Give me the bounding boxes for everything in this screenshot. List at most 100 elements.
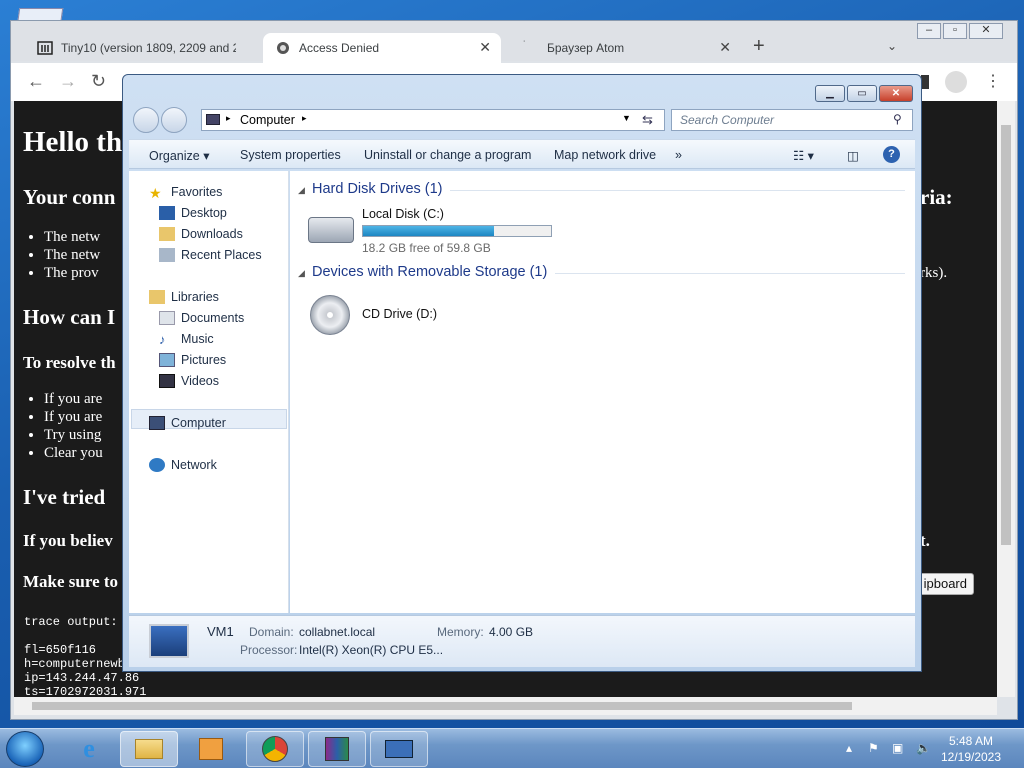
- reload-icon[interactable]: ↻: [91, 71, 106, 92]
- more-commands-button[interactable]: »: [675, 148, 682, 162]
- star-icon: ★: [149, 185, 162, 201]
- hard-drive-icon: [308, 217, 354, 243]
- computer-icon: [149, 624, 189, 658]
- disk-usage-bar: [362, 225, 552, 237]
- recent-places-icon: [159, 248, 175, 262]
- maximize-button[interactable]: ▫: [943, 23, 967, 39]
- date: 12/19/2023: [940, 750, 1002, 764]
- tab-title: Tiny10 (version 1809, 2209 and 2: [61, 41, 236, 55]
- forward-icon[interactable]: [161, 107, 187, 133]
- list-item: The netw: [44, 229, 100, 247]
- organize-button[interactable]: Organize ▾: [149, 148, 209, 163]
- sidebar-item-libraries[interactable]: Libraries: [149, 290, 219, 304]
- reasons-tail: rks).: [920, 265, 948, 281]
- tab-tiny10[interactable]: Tiny10 (version 1809, 2209 and 2: [25, 33, 263, 63]
- menu-icon[interactable]: ⋮: [985, 71, 1001, 91]
- preview-pane-icon[interactable]: ◫: [847, 148, 859, 163]
- show-hidden-icons[interactable]: ▴: [846, 741, 852, 755]
- start-button[interactable]: [6, 731, 44, 767]
- folder-icon: [135, 739, 163, 759]
- clock[interactable]: 5:48 AM 12/19/2023: [940, 733, 1002, 765]
- sidebar-item-recent-places[interactable]: Recent Places: [159, 248, 262, 262]
- local-disk-item[interactable]: Local Disk (C:) 18.2 GB free of 59.8 GB: [306, 205, 556, 255]
- sidebar-item-documents[interactable]: Documents: [159, 311, 244, 325]
- archive-icon: [325, 737, 349, 761]
- command-bar: Organize ▾ System properties Uninstall o…: [129, 139, 915, 169]
- network-status-icon[interactable]: ▣: [892, 741, 903, 755]
- view-options-icon[interactable]: ☷ ▾: [793, 148, 814, 163]
- group-hard-disk-drives[interactable]: Hard Disk Drives (1): [312, 181, 443, 197]
- breadcrumb-computer[interactable]: Computer: [240, 113, 295, 127]
- sidebar-item-computer[interactable]: Computer: [149, 416, 226, 430]
- close-tab-icon[interactable]: ✕: [479, 39, 491, 56]
- back-icon[interactable]: [133, 107, 159, 133]
- steps-list: If you are If you are Try using Clear yo…: [44, 391, 103, 463]
- navigation-pane: ★ Favorites Desktop Downloads Recent Plac…: [129, 171, 289, 613]
- refresh-icon[interactable]: ⇆: [642, 112, 653, 128]
- search-icon[interactable]: ⚲: [893, 112, 902, 126]
- close-button[interactable]: ✕: [969, 23, 1003, 39]
- sidebar-item-videos[interactable]: Videos: [159, 374, 219, 388]
- sidebar-item-downloads[interactable]: Downloads: [159, 227, 243, 241]
- group-removable-storage[interactable]: Devices with Removable Storage (1): [312, 264, 547, 280]
- collapse-icon[interactable]: ◢: [298, 185, 305, 196]
- taskbar-explorer[interactable]: [120, 731, 178, 767]
- maximize-button[interactable]: ▭: [847, 85, 877, 102]
- tab-atom[interactable]: ˙ Браузер Atom ✕: [511, 33, 741, 63]
- address-dropdown-icon[interactable]: ▼: [622, 113, 631, 123]
- taskbar-winrar[interactable]: [308, 731, 366, 767]
- museum-icon: [37, 40, 53, 56]
- close-tab-icon[interactable]: ✕: [719, 39, 731, 56]
- uninstall-program-button[interactable]: Uninstall or change a program: [364, 148, 531, 162]
- reasons-list: The netw The netw The prov: [44, 229, 100, 283]
- taskbar: e ▴ ⚑ ▣ 🔈 5:48 AM 12/19/2023: [0, 728, 1024, 768]
- memory-label: Memory:: [437, 625, 484, 639]
- drive-free-space: 18.2 GB free of 59.8 GB: [362, 241, 491, 255]
- back-icon[interactable]: ←: [27, 71, 45, 92]
- vertical-scrollbar[interactable]: [997, 101, 1015, 697]
- search-input[interactable]: Search Computer: [671, 109, 913, 131]
- sidebar-item-desktop[interactable]: Desktop: [159, 206, 227, 220]
- taskbar-chrome[interactable]: [246, 731, 304, 767]
- collapse-icon[interactable]: ◢: [298, 268, 305, 279]
- taskbar-on-screen-keyboard[interactable]: [370, 731, 428, 767]
- processor-value: Intel(R) Xeon(R) CPU E5...: [299, 643, 444, 657]
- computer-icon: [206, 114, 220, 125]
- pictures-icon: [159, 353, 175, 367]
- forward-icon[interactable]: →: [59, 71, 77, 92]
- sidebar-item-favorites[interactable]: ★ Favorites: [149, 185, 222, 201]
- close-button[interactable]: ✕: [879, 85, 913, 102]
- sidebar-item-pictures[interactable]: Pictures: [159, 353, 226, 367]
- tab-access-denied[interactable]: Access Denied ✕: [263, 33, 501, 63]
- taskbar-media-player[interactable]: [182, 731, 240, 767]
- breadcrumb-separator-icon[interactable]: ▸: [226, 113, 231, 124]
- action-center-icon[interactable]: ⚑: [868, 741, 879, 755]
- scroll-thumb[interactable]: [1001, 125, 1011, 545]
- list-item: The netw: [44, 247, 100, 265]
- libraries-icon: [149, 290, 165, 304]
- horizontal-scrollbar[interactable]: [14, 697, 997, 715]
- connection-heading: Your conn: [23, 185, 116, 209]
- volume-icon[interactable]: 🔈: [916, 741, 931, 755]
- system-properties-button[interactable]: System properties: [240, 148, 341, 162]
- address-bar[interactable]: ▸ Computer ▸ ▼: [201, 109, 665, 131]
- tab-search-icon[interactable]: ⌄: [887, 39, 897, 53]
- loading-icon: ˙: [523, 40, 527, 51]
- cd-drive-item[interactable]: CD Drive (D:): [306, 291, 506, 339]
- cd-drive-icon: [310, 295, 350, 335]
- extensions-icon[interactable]: [921, 75, 929, 89]
- profile-icon[interactable]: [945, 71, 967, 93]
- breadcrumb-separator-icon[interactable]: ▸: [302, 113, 307, 124]
- make-sure-heading: Make sure to: [23, 572, 119, 591]
- help-icon[interactable]: ?: [883, 146, 900, 163]
- sidebar-item-music[interactable]: ♪ Music: [159, 332, 214, 347]
- taskbar-internet-explorer[interactable]: e: [60, 731, 118, 767]
- internet-explorer-icon: e: [83, 734, 95, 763]
- new-tab-button[interactable]: +: [753, 35, 765, 58]
- map-network-drive-button[interactable]: Map network drive: [554, 148, 656, 162]
- minimize-button[interactable]: –: [917, 23, 941, 39]
- minimize-button[interactable]: ▁: [815, 85, 845, 102]
- sidebar-item-network[interactable]: Network: [149, 458, 217, 472]
- videos-icon: [159, 374, 175, 388]
- scroll-thumb[interactable]: [32, 702, 852, 710]
